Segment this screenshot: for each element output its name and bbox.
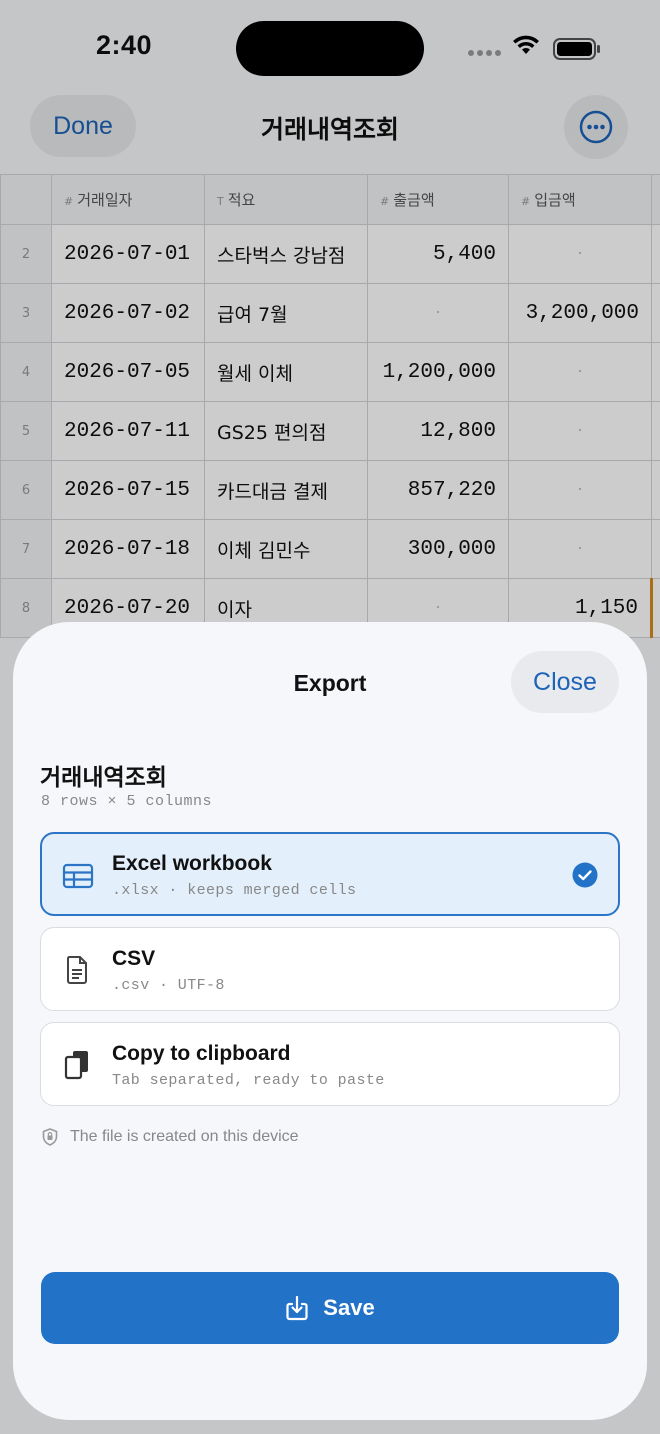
- document-icon: [66, 956, 87, 984]
- option-title: CSV: [112, 947, 156, 970]
- export-option-csv[interactable]: CSV .csv · UTF-8: [40, 927, 620, 1011]
- sheet-header: Export Close: [13, 622, 647, 746]
- table-icon: [62, 863, 94, 889]
- privacy-note-text: The file is created on this device: [70, 1128, 299, 1145]
- option-title: Copy to clipboard: [112, 1042, 291, 1065]
- option-subtitle: .csv · UTF-8: [112, 977, 225, 994]
- shield-icon: [42, 1128, 58, 1146]
- save-button[interactable]: Save: [41, 1272, 619, 1344]
- privacy-note: The file is created on this device: [42, 1128, 299, 1146]
- option-subtitle: Tab separated, ready to paste: [112, 1072, 385, 1089]
- export-option-excel[interactable]: Excel workbook .xlsx · keeps merged cell…: [40, 832, 620, 916]
- document-meta: 8 rows × 5 columns: [41, 793, 213, 810]
- download-icon: [286, 1295, 308, 1321]
- export-option-clipboard[interactable]: Copy to clipboard Tab separated, ready t…: [40, 1022, 620, 1106]
- option-title: Excel workbook: [112, 852, 272, 875]
- export-sheet: Export Close 거래내역조회 8 rows × 5 columns E…: [13, 622, 647, 1420]
- document-name: 거래내역조회: [40, 764, 167, 790]
- option-subtitle: .xlsx · keeps merged cells: [112, 882, 357, 899]
- close-button[interactable]: Close: [511, 651, 619, 713]
- checkmark-circle-icon: [572, 862, 598, 888]
- copy-icon: [64, 1051, 88, 1080]
- save-label: Save: [323, 1295, 375, 1320]
